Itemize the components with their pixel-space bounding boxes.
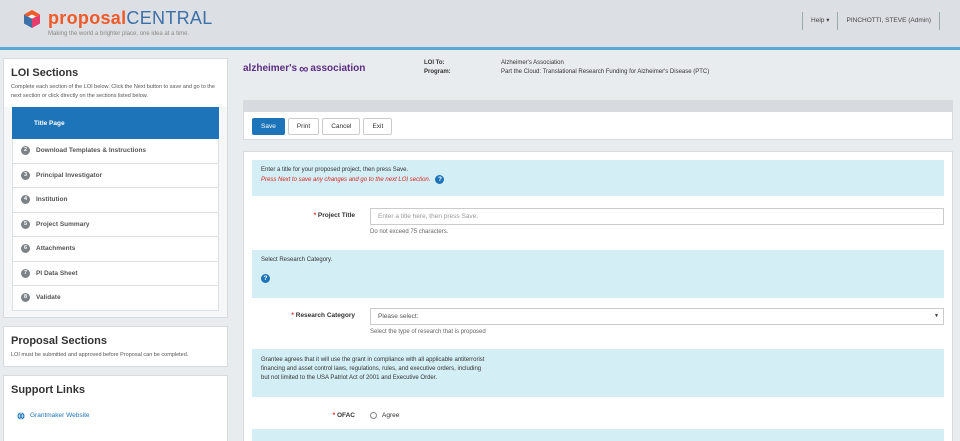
title-info-box: Enter a title for your proposed project,… [252,160,944,196]
proposalcentral-logo[interactable]: proposalCENTRAL [22,8,213,29]
step-label: Download Templates & Instructions [36,147,147,155]
category-info-text: Select Research Category. [261,257,333,263]
org-logo-right: association [310,63,366,74]
ofac-label: OFAC [336,412,355,419]
next-info-box [252,429,944,441]
step-number: 6 [21,244,30,254]
step-pi-data-sheet[interactable]: 7 PI Data Sheet [12,261,219,286]
step-label: Attachments [36,245,76,253]
ofac-label-wrap: * OFAC [244,412,355,419]
brand-bold: proposal [48,8,127,28]
sidebar: LOI Sections Complete each section of th… [3,58,228,441]
research-category-hint: Select the type of research that is prop… [370,329,486,335]
ofac-info-line-2: financing and asset control laws, regula… [261,366,482,372]
step-attachments[interactable]: 6 Attachments [12,237,219,262]
print-button[interactable]: Print [287,118,320,135]
top-nav: Help ▾ PINCHOTTI, STEVE (Admin) [802,12,940,30]
program-value: Part the Cloud: Translational Research F… [501,69,710,75]
ofac-info-box: Grantee agrees that it will use the gran… [252,349,944,397]
toolbar-buttons: Save Print Cancel Exit [252,118,393,135]
nav-divider [939,12,940,30]
loi-steps: Title Page 2 Download Templates & Instruc… [4,107,227,317]
alzheimers-association-logo: alzheimer's ∞ association [243,61,365,76]
research-category-select[interactable]: Please select: ▼ [370,308,944,325]
research-category-label: Research Category [295,312,355,319]
project-title-input[interactable]: Enter a title here, then press Save. [370,208,944,225]
step-validate[interactable]: 8 Validate [12,286,219,311]
proposal-sections-desc: LOI must be submitted and approved befor… [11,351,189,358]
loi-sections-title: LOI Sections [11,67,79,79]
ofac-agree-label: Agree [382,412,400,419]
radio-circle [370,412,377,419]
grantmaker-website-label: Grantmaker Website [30,412,90,419]
step-number: 7 [21,268,30,278]
step-label: PI Data Sheet [36,269,78,277]
step-number: 2 [21,146,30,156]
save-button[interactable]: Save [252,118,285,135]
cancel-button[interactable]: Cancel [322,118,361,135]
globe-icon [17,411,25,420]
top-header: proposalCENTRAL Making the world a brigh… [0,0,960,50]
help-menu[interactable]: Help ▾ [803,12,837,30]
step-label: Institution [36,196,68,204]
loi-to-value: Alzheimer's Association [501,60,564,66]
step-label: Title Page [34,119,65,127]
help-icon[interactable]: ? [435,175,445,184]
tagline: Making the world a brighter place, one i… [48,31,190,37]
grantmaker-website-link[interactable]: Grantmaker Website [4,400,227,420]
category-info-box: Select Research Category. ? [252,250,944,298]
brand-cube-icon [24,9,40,28]
step-download-templates[interactable]: 2 Download Templates & Instructions [12,139,219,164]
project-title-label: Project Title [317,212,355,219]
step-number: 4 [21,195,30,205]
loi-sections-desc: Complete each section of the LOI below. … [11,84,215,99]
ofac-info-line-3: but not limited to the USA Patriot Act o… [261,375,438,381]
step-institution[interactable]: 4 Institution [12,188,219,213]
title-info-text: Enter a title for your proposed project,… [261,167,409,173]
proposal-sections-panel: Proposal Sections LOI must be submitted … [3,325,228,367]
support-links-panel: Support Links Grantmaker Website [3,374,228,441]
ofac-agree-radio[interactable]: Agree [370,412,399,419]
user-menu[interactable]: PINCHOTTI, STEVE (Admin) [838,12,939,30]
action-toolbar: Save Print Cancel Exit [243,100,953,140]
support-links-title: Support Links [11,383,85,396]
step-principal-investigator[interactable]: 3 Principal Investigator [12,163,219,188]
title-info-red-text: Press Next to save any changes and go to… [261,177,431,183]
project-title-hint: Do not exceed 75 characters. [370,229,449,235]
step-label: Project Summary [36,220,90,228]
ofac-info-line-1: Grantee agrees that it will use the gran… [261,357,485,363]
help-icon[interactable]: ? [261,274,270,283]
project-title-label-wrap: * Project Title [244,212,355,219]
loi-to-label: LOI To: [424,60,445,66]
step-number: 3 [21,170,30,180]
loi-info: LOI To: Alzheimer's Association Program: P… [424,59,709,77]
chevron-down-icon: ▼ [934,313,939,319]
brand-text: proposalCENTRAL [48,8,213,29]
step-label: Principal Investigator [36,171,103,179]
step-project-summary[interactable]: 5 Project Summary [12,212,219,237]
alz-mark-icon: ∞ [299,61,309,76]
step-number: 8 [21,293,30,303]
research-category-label-wrap: * Research Category [244,312,355,319]
research-category-value: Please select: [378,313,419,320]
org-logo-left: alzheimer's [243,63,298,74]
loi-sections-panel: LOI Sections Complete each section of th… [3,58,228,318]
step-number: 5 [21,219,30,229]
exit-button[interactable]: Exit [363,118,393,135]
brand-thin: CENTRAL [126,8,213,28]
title-page-form: Enter a title for your proposed project,… [243,151,953,441]
step-title-page[interactable]: Title Page [12,107,219,139]
step-label: Validate [36,294,61,302]
program-label: Program: [424,69,451,75]
proposal-sections-title: Proposal Sections [11,334,107,347]
